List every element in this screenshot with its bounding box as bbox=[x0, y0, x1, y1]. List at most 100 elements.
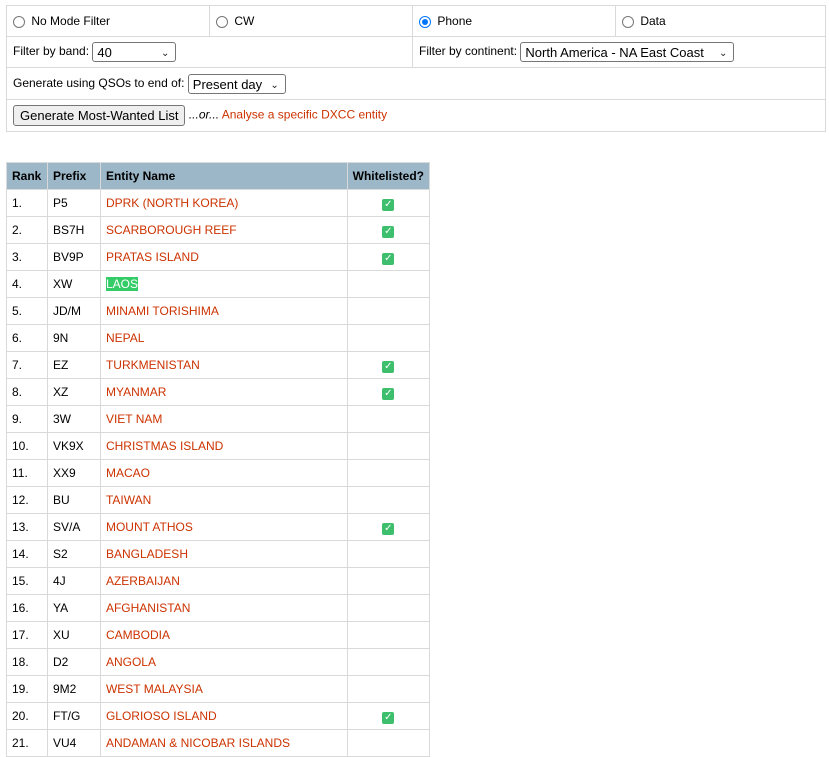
mode-option-cw[interactable]: CW bbox=[209, 5, 413, 37]
table-row: 10. VK9X CHRISTMAS ISLAND bbox=[6, 432, 431, 460]
entity-link[interactable]: GLORIOSO ISLAND bbox=[106, 709, 217, 723]
radio-phone[interactable] bbox=[419, 16, 431, 28]
row-rank: 17. bbox=[6, 621, 48, 649]
qso-filter-label: Generate using QSOs to end of: bbox=[13, 75, 185, 90]
row-entity-cell: PRATAS ISLAND bbox=[99, 243, 348, 271]
row-rank: 8. bbox=[6, 378, 48, 406]
row-entity-cell: MACAO bbox=[99, 459, 348, 487]
or-text: ...or... bbox=[188, 107, 220, 122]
table-row: 14. S2 BANGLADESH bbox=[6, 540, 431, 568]
band-filter-cell: Filter by band: 40 ⌄ bbox=[6, 36, 413, 68]
mode-label-data: Data bbox=[640, 14, 666, 28]
mode-option-phone[interactable]: Phone bbox=[412, 5, 616, 37]
band-filter-label: Filter by band: bbox=[13, 44, 90, 59]
mode-option-data[interactable]: Data bbox=[615, 5, 826, 37]
band-select[interactable]: 40 ⌄ bbox=[92, 42, 177, 62]
table-row: 18. D2 ANGOLA bbox=[6, 648, 431, 676]
chevron-down-icon: ⌄ bbox=[161, 48, 170, 59]
entity-link[interactable]: NEPAL bbox=[106, 331, 144, 345]
generate-most-wanted-button[interactable]: Generate Most-Wanted List bbox=[13, 105, 186, 126]
table-row: 8. XZ MYANMAR ✓ bbox=[6, 378, 431, 406]
entity-link[interactable]: MOUNT ATHOS bbox=[106, 520, 193, 534]
qso-end-select[interactable]: Present day ⌄ bbox=[187, 73, 286, 94]
header-entity-name[interactable]: Entity Name bbox=[99, 162, 348, 190]
row-prefix: 9N bbox=[46, 324, 101, 352]
row-entity-cell: NEPAL bbox=[99, 324, 348, 352]
row-prefix: XU bbox=[46, 621, 101, 649]
entity-link[interactable]: BANGLADESH bbox=[106, 547, 188, 561]
checkbox-checked-icon: ✓ bbox=[382, 522, 395, 535]
entity-link[interactable]: ANDAMAN & NICOBAR ISLANDS bbox=[106, 736, 290, 750]
checkbox-checked-icon: ✓ bbox=[382, 387, 395, 400]
row-whitelisted bbox=[346, 486, 431, 514]
row-rank: 2. bbox=[6, 216, 48, 244]
checkbox-checked-icon: ✓ bbox=[382, 360, 395, 373]
checkbox-checked-icon: ✓ bbox=[382, 711, 395, 724]
entity-link[interactable]: SCARBOROUGH REEF bbox=[106, 223, 237, 237]
table-row: 1. P5 DPRK (NORTH KOREA) ✓ bbox=[6, 189, 431, 217]
row-whitelisted bbox=[346, 729, 431, 757]
row-whitelisted: ✓ bbox=[346, 189, 431, 217]
row-whitelisted bbox=[346, 432, 431, 460]
row-prefix: XX9 bbox=[46, 459, 101, 487]
header-whitelisted[interactable]: Whitelisted? bbox=[346, 162, 431, 190]
row-entity-cell: MOUNT ATHOS bbox=[99, 513, 348, 541]
checkbox-checked-icon: ✓ bbox=[382, 252, 395, 265]
table-row: 2. BS7H SCARBOROUGH REEF ✓ bbox=[6, 216, 431, 244]
row-entity-cell: LAOS bbox=[99, 270, 348, 298]
qso-end-select-value: Present day bbox=[192, 76, 263, 92]
row-prefix: 4J bbox=[46, 567, 101, 595]
entity-link[interactable]: MINAMI TORISHIMA bbox=[106, 304, 219, 318]
entity-link[interactable]: CHRISTMAS ISLAND bbox=[106, 439, 223, 453]
row-prefix: YA bbox=[46, 594, 101, 622]
table-row: 19. 9M2 WEST MALAYSIA bbox=[6, 675, 431, 703]
chevron-down-icon: ⌄ bbox=[719, 48, 728, 59]
row-prefix: D2 bbox=[46, 648, 101, 676]
row-rank: 9. bbox=[6, 405, 48, 433]
mode-label-phone: Phone bbox=[437, 14, 473, 28]
entity-link[interactable]: LAOS bbox=[105, 277, 138, 291]
row-whitelisted bbox=[346, 540, 431, 568]
header-prefix[interactable]: Prefix bbox=[46, 162, 101, 190]
entity-link[interactable]: VIET NAM bbox=[106, 412, 162, 426]
row-whitelisted: ✓ bbox=[346, 216, 431, 244]
continent-filter-label: Filter by continent: bbox=[419, 44, 518, 59]
entity-link[interactable]: MACAO bbox=[106, 466, 150, 480]
radio-cw[interactable] bbox=[216, 16, 228, 28]
row-whitelisted: ✓ bbox=[346, 702, 431, 730]
row-entity-cell: AFGHANISTAN bbox=[99, 594, 348, 622]
entity-link[interactable]: TAIWAN bbox=[106, 493, 151, 507]
row-entity-cell: TAIWAN bbox=[99, 486, 348, 514]
analyse-entity-link[interactable]: Analyse a specific DXCC entity bbox=[222, 108, 387, 122]
row-rank: 7. bbox=[6, 351, 48, 379]
row-prefix: SV/A bbox=[46, 513, 101, 541]
row-whitelisted bbox=[346, 594, 431, 622]
table-body: 1. P5 DPRK (NORTH KOREA) ✓ 2. BS7H SCARBOROUGH… bbox=[6, 189, 431, 757]
entity-link[interactable]: AFGHANISTAN bbox=[106, 601, 190, 615]
table-row: 11. XX9 MACAO bbox=[6, 459, 431, 487]
row-rank: 10. bbox=[6, 432, 48, 460]
row-whitelisted: ✓ bbox=[346, 351, 431, 379]
qso-filter-cell: Generate using QSOs to end of: Present d… bbox=[6, 67, 826, 100]
entity-link[interactable]: WEST MALAYSIA bbox=[106, 682, 203, 696]
radio-no-mode-filter[interactable] bbox=[13, 16, 25, 28]
mode-label-cw: CW bbox=[234, 14, 255, 28]
header-rank[interactable]: Rank bbox=[6, 162, 48, 190]
row-entity-cell: BANGLADESH bbox=[99, 540, 348, 568]
entity-link[interactable]: ANGOLA bbox=[106, 655, 156, 669]
entity-link[interactable]: AZERBAIJAN bbox=[106, 574, 180, 588]
row-prefix: XZ bbox=[46, 378, 101, 406]
entity-link[interactable]: TURKMENISTAN bbox=[106, 358, 200, 372]
mode-option-none[interactable]: No Mode Filter bbox=[6, 5, 210, 37]
entity-link[interactable]: MYANMAR bbox=[106, 385, 166, 399]
entity-link[interactable]: PRATAS ISLAND bbox=[106, 250, 199, 264]
row-prefix: BU bbox=[46, 486, 101, 514]
band-select-value: 40 bbox=[97, 45, 112, 60]
continent-select[interactable]: North America - NA East Coast ⌄ bbox=[520, 42, 735, 62]
entity-link[interactable]: CAMBODIA bbox=[106, 628, 170, 642]
radio-data[interactable] bbox=[622, 16, 634, 28]
table-row: 15. 4J AZERBAIJAN bbox=[6, 567, 431, 595]
row-prefix: JD/M bbox=[46, 297, 101, 325]
entity-link[interactable]: DPRK (NORTH KOREA) bbox=[106, 196, 238, 210]
row-rank: 1. bbox=[6, 189, 48, 217]
